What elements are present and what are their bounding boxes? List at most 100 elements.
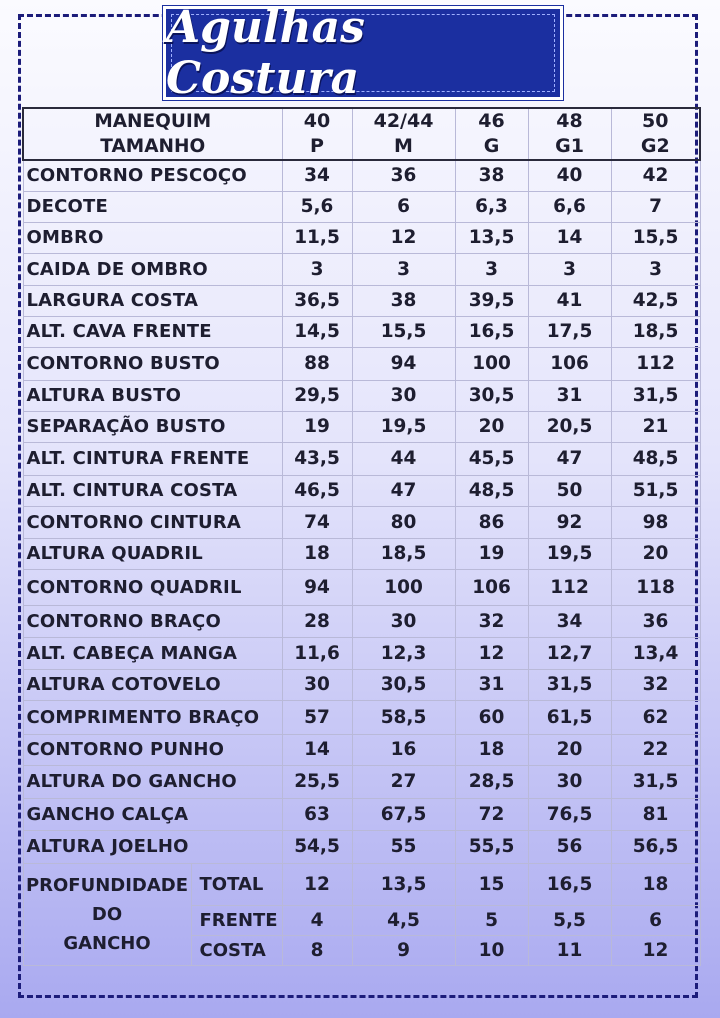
table-row: LARGURA COSTA 36,5 38 39,5 41 42,5 <box>22 284 701 317</box>
measurement-label: ALTURA DO GANCHO <box>22 764 283 799</box>
size-header-50: 50 G2 <box>610 107 702 161</box>
depth-value: 4,5 <box>351 904 456 936</box>
measurement-value: 72 <box>454 797 529 831</box>
measurement-value: 40 <box>527 159 612 192</box>
measurement-label: ALT. CINTURA FRENTE <box>22 441 283 476</box>
depth-sub-label: TOTAL <box>190 862 283 906</box>
measurement-value: 22 <box>610 733 701 766</box>
size-header-48: 48 G1 <box>527 107 612 161</box>
measurement-value: 88 <box>281 346 353 381</box>
header-label-tamanho: TAMANHO <box>100 136 206 157</box>
size-letter: G2 <box>640 135 670 157</box>
measurement-value: 3 <box>351 252 456 286</box>
measurement-value: 21 <box>610 410 701 443</box>
measurement-value: 48,5 <box>610 441 701 476</box>
measurement-value: 7 <box>610 190 701 223</box>
measurement-value: 30 <box>351 379 456 412</box>
size-header-40: 40 P <box>281 107 353 161</box>
measurement-value: 29,5 <box>281 379 353 412</box>
measurement-label: LARGURA COSTA <box>22 284 283 317</box>
measurement-label: CONTORNO PESCOÇO <box>22 159 283 192</box>
measurement-value: 51,5 <box>610 474 701 507</box>
depth-sub-label: COSTA <box>190 934 283 966</box>
measurement-value: 50 <box>527 474 612 507</box>
depth-value: 13,5 <box>351 862 456 906</box>
measurement-value: 19,5 <box>351 410 456 443</box>
measurement-value: 20,5 <box>527 410 612 443</box>
measurement-value: 100 <box>454 346 529 381</box>
measurement-value: 57 <box>281 699 353 735</box>
measurement-label: CONTORNO BRAÇO <box>22 604 283 638</box>
measurement-value: 12 <box>454 636 529 670</box>
table-row: ALT. CAVA FRENTE 14,5 15,5 16,5 17,5 18,5 <box>22 315 701 348</box>
header-label-manequim: MANEQUIM <box>94 111 212 132</box>
measurement-value: 55 <box>351 829 456 864</box>
measurement-value: 36 <box>610 604 701 638</box>
measurement-value: 112 <box>527 568 612 606</box>
table-row: CONTORNO PESCOÇO 34 36 38 40 42 <box>22 159 701 192</box>
table-row: CONTORNO BRAÇO 28 30 32 34 36 <box>22 604 701 638</box>
measurement-value: 31,5 <box>610 764 701 799</box>
measurement-value: 15,5 <box>610 221 701 254</box>
measurement-value: 13,4 <box>610 636 701 670</box>
depth-value: 18 <box>610 862 701 906</box>
table-row: CAIDA DE OMBRO 3 3 3 3 3 <box>22 252 701 286</box>
measurement-value: 55,5 <box>454 829 529 864</box>
measurement-label: CONTORNO CINTURA <box>22 505 283 539</box>
size-number: 50 <box>642 110 669 132</box>
measurement-value: 94 <box>281 568 353 606</box>
table-row: SEPARAÇÃO BUSTO 19 19,5 20 20,5 21 <box>22 410 701 443</box>
measurement-value: 12,7 <box>527 636 612 670</box>
size-number: 40 <box>303 110 331 132</box>
measurement-value: 62 <box>610 699 701 735</box>
measurement-value: 28 <box>281 604 353 638</box>
table-row: CONTORNO QUADRIL 94 100 106 112 118 <box>22 568 701 606</box>
measurement-value: 5,6 <box>281 190 353 223</box>
measurement-value: 30,5 <box>454 379 529 412</box>
table-row: ALT. CABEÇA MANGA 11,6 12,3 12 12,7 13,4 <box>22 636 701 670</box>
table-row: ALTURA COTOVELO 30 30,5 31 31,5 32 <box>22 668 701 701</box>
table-row: COMPRIMENTO BRAÇO 57 58,5 60 61,5 62 <box>22 699 701 735</box>
measurement-value: 56 <box>527 829 612 864</box>
measurement-value: 112 <box>610 346 701 381</box>
measurement-value: 98 <box>610 505 701 539</box>
depth-value: 8 <box>281 934 353 966</box>
measurement-label: CAIDA DE OMBRO <box>22 252 283 286</box>
header-row: MANEQUIM TAMANHO 40 P 42/44 M 46 G 48 G1… <box>21 107 702 161</box>
measurement-value: 27 <box>351 764 456 799</box>
measurement-value: 54,5 <box>281 829 353 864</box>
measurement-value: 42,5 <box>610 284 701 317</box>
measurement-value: 14 <box>527 221 612 254</box>
measurement-label: COMPRIMENTO BRAÇO <box>22 699 283 735</box>
measurement-value: 17,5 <box>527 315 612 348</box>
measurement-value: 31,5 <box>610 379 701 412</box>
measurement-value: 45,5 <box>454 441 529 476</box>
header-label-cell: MANEQUIM TAMANHO <box>21 107 283 161</box>
depth-value: 5 <box>454 904 529 936</box>
measurement-value: 12 <box>351 221 456 254</box>
measurement-label: GANCHO CALÇA <box>22 797 283 831</box>
depth-value: 11 <box>527 934 612 966</box>
measurement-value: 61,5 <box>527 699 612 735</box>
measurement-value: 3 <box>454 252 529 286</box>
table-row: CONTORNO BUSTO 88 94 100 106 112 <box>22 346 701 381</box>
table-row: CONTORNO CINTURA 74 80 86 92 98 <box>22 505 701 539</box>
table-row: ALT. CINTURA FRENTE 43,5 44 45,5 47 48,5 <box>22 441 701 476</box>
measurement-value: 81 <box>610 797 701 831</box>
measurement-value: 19,5 <box>527 537 612 570</box>
measurement-label: ALT. CINTURA COSTA <box>22 474 283 507</box>
measurement-value: 44 <box>351 441 456 476</box>
measurement-label: SEPARAÇÃO BUSTO <box>22 410 283 443</box>
measurement-value: 11,5 <box>281 221 353 254</box>
brand-logo: Agulhas Costura <box>163 2 563 104</box>
measurement-value: 3 <box>281 252 353 286</box>
size-letter: P <box>310 135 324 157</box>
measurement-value: 92 <box>527 505 612 539</box>
measurement-label: OMBRO <box>22 221 283 254</box>
measurement-label: ALTURA QUADRIL <box>22 537 283 570</box>
measurement-value: 31 <box>454 668 529 701</box>
size-letter: M <box>394 135 413 157</box>
measurement-value: 18,5 <box>610 315 701 348</box>
size-letter: G1 <box>555 135 584 157</box>
measurement-value: 6,3 <box>454 190 529 223</box>
